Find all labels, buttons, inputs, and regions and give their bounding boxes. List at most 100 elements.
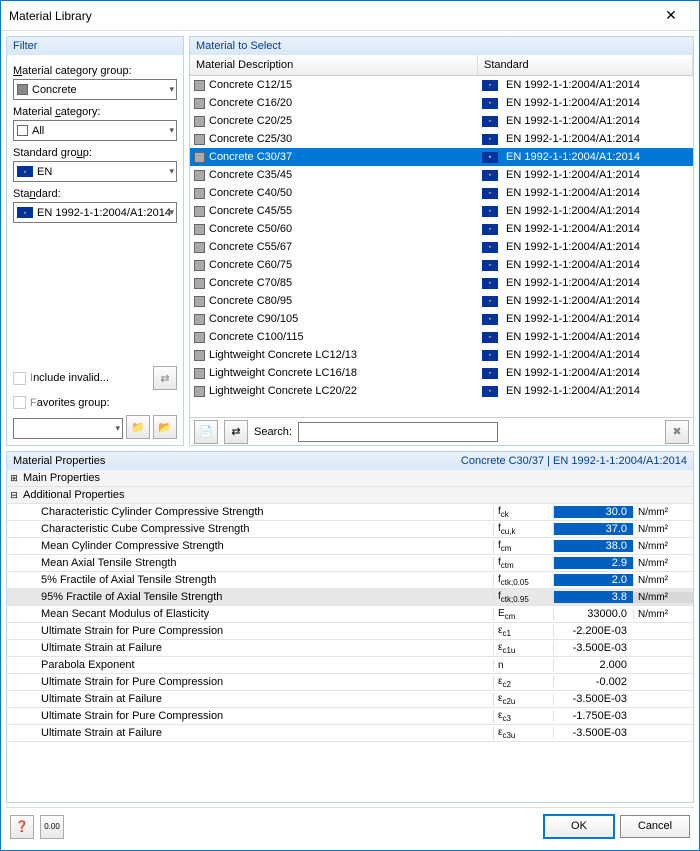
material-row[interactable]: Concrete C16/20⋆EN 1992-1-1:2004/A1:2014	[190, 94, 693, 112]
material-row[interactable]: Lightweight Concrete LC20/22⋆EN 1992-1-1…	[190, 382, 693, 400]
delete-button[interactable]: ✖	[665, 420, 689, 444]
include-invalid-checkbox[interactable]	[13, 372, 26, 385]
favorites-checkbox[interactable]	[13, 396, 26, 409]
prop-value[interactable]: 3.8	[553, 591, 633, 603]
units-button[interactable]: 0.00	[40, 815, 64, 839]
material-row[interactable]: Lightweight Concrete LC12/13⋆EN 1992-1-1…	[190, 346, 693, 364]
collapse-icon[interactable]: ⊟	[7, 490, 21, 501]
copy-material-button[interactable]: ⇄	[224, 420, 248, 444]
property-row[interactable]: Mean Axial Tensile Strengthfctm2.9N/mm²	[7, 555, 693, 572]
material-std: EN 1992-1-1:2004/A1:2014	[506, 313, 640, 325]
material-desc: Concrete C90/105	[209, 313, 298, 325]
material-desc: Concrete C60/75	[209, 259, 292, 271]
material-row[interactable]: Concrete C80/95⋆EN 1992-1-1:2004/A1:2014	[190, 292, 693, 310]
property-row[interactable]: Mean Cylinder Compressive Strengthfcm38.…	[7, 538, 693, 555]
prop-value[interactable]: -3.500E-03	[553, 727, 633, 739]
property-row[interactable]: Ultimate Strain at Failureεc2u-3.500E-03	[7, 691, 693, 708]
material-std: EN 1992-1-1:2004/A1:2014	[506, 277, 640, 289]
material-row[interactable]: Concrete C55/67⋆EN 1992-1-1:2004/A1:2014	[190, 238, 693, 256]
material-row[interactable]: Concrete C20/25⋆EN 1992-1-1:2004/A1:2014	[190, 112, 693, 130]
material-desc: Lightweight Concrete LC12/13	[209, 349, 357, 361]
ok-button[interactable]: OK	[544, 815, 614, 838]
material-row[interactable]: Concrete C35/45⋆EN 1992-1-1:2004/A1:2014	[190, 166, 693, 184]
material-std: EN 1992-1-1:2004/A1:2014	[506, 295, 640, 307]
material-list[interactable]: Concrete C12/15⋆EN 1992-1-1:2004/A1:2014…	[190, 76, 693, 417]
prop-name: Characteristic Cylinder Compressive Stre…	[21, 506, 493, 518]
main-props-row[interactable]: ⊞Main Properties	[7, 470, 693, 487]
std-group-combo[interactable]: ⋆EN▾	[13, 161, 177, 182]
eu-flag-icon: ⋆	[482, 278, 498, 289]
material-icon	[194, 296, 205, 307]
cat-group-combo[interactable]: Concrete▾	[13, 79, 177, 100]
prop-symbol: εc3	[493, 710, 553, 723]
material-row[interactable]: Concrete C100/115⋆EN 1992-1-1:2004/A1:20…	[190, 328, 693, 346]
std-combo[interactable]: ⋆EN 1992-1-1:2004/A1:2014▾	[13, 202, 177, 223]
property-row[interactable]: Ultimate Strain at Failureεc3u-3.500E-03	[7, 725, 693, 742]
material-row[interactable]: Concrete C45/55⋆EN 1992-1-1:2004/A1:2014	[190, 202, 693, 220]
new-folder-button[interactable]: 📁	[126, 415, 150, 439]
material-row[interactable]: Concrete C30/37⋆EN 1992-1-1:2004/A1:2014	[190, 148, 693, 166]
prop-value[interactable]: 30.0	[553, 506, 633, 518]
material-row[interactable]: Lightweight Concrete LC16/18⋆EN 1992-1-1…	[190, 364, 693, 382]
prop-symbol: fctk;0.05	[493, 574, 553, 587]
property-row[interactable]: 95% Fractile of Axial Tensile Strengthfc…	[7, 589, 693, 606]
filter-reset-button[interactable]: ⇄	[153, 366, 177, 390]
cat-combo[interactable]: All▾	[13, 120, 177, 141]
prop-value[interactable]: -0.002	[553, 676, 633, 688]
material-row[interactable]: Concrete C90/105⋆EN 1992-1-1:2004/A1:201…	[190, 310, 693, 328]
property-row[interactable]: Ultimate Strain for Pure Compressionεc3-…	[7, 708, 693, 725]
col-standard[interactable]: Standard	[478, 55, 693, 75]
prop-value[interactable]: 2.0	[553, 574, 633, 586]
material-desc: Concrete C45/55	[209, 205, 292, 217]
material-desc: Concrete C40/50	[209, 187, 292, 199]
prop-value[interactable]: 38.0	[553, 540, 633, 552]
cancel-button[interactable]: Cancel	[620, 815, 690, 838]
prop-value[interactable]: -3.500E-03	[553, 693, 633, 705]
add-props-row[interactable]: ⊟Additional Properties	[7, 487, 693, 504]
property-row[interactable]: Mean Secant Modulus of ElasticityEcm3300…	[7, 606, 693, 623]
property-row[interactable]: Ultimate Strain for Pure Compressionεc2-…	[7, 674, 693, 691]
favorites-combo[interactable]: ▾	[13, 418, 123, 439]
open-folder-button[interactable]: 📂	[153, 415, 177, 439]
col-description[interactable]: Material Description	[190, 55, 478, 75]
property-row[interactable]: Ultimate Strain at Failureεc1u-3.500E-03	[7, 640, 693, 657]
close-icon[interactable]: ✕	[651, 7, 691, 24]
material-std: EN 1992-1-1:2004/A1:2014	[506, 151, 640, 163]
prop-value[interactable]: -2.200E-03	[553, 625, 633, 637]
material-row[interactable]: Concrete C40/50⋆EN 1992-1-1:2004/A1:2014	[190, 184, 693, 202]
prop-symbol: fcm	[493, 540, 553, 553]
titlebar: Material Library ✕	[1, 1, 699, 31]
material-row[interactable]: Concrete C25/30⋆EN 1992-1-1:2004/A1:2014	[190, 130, 693, 148]
prop-unit: N/mm²	[633, 558, 693, 569]
prop-value[interactable]: 33000.0	[553, 608, 633, 620]
property-grid[interactable]: ⊞Main Properties ⊟Additional Properties …	[7, 470, 693, 802]
eu-flag-icon: ⋆	[482, 152, 498, 163]
property-row[interactable]: Characteristic Cube Compressive Strength…	[7, 521, 693, 538]
material-icon	[194, 314, 205, 325]
property-row[interactable]: Parabola Exponentn2.000	[7, 657, 693, 674]
props-header-right: Concrete C30/37 | EN 1992-1-1:2004/A1:20…	[461, 455, 687, 467]
prop-value[interactable]: -3.500E-03	[553, 642, 633, 654]
material-icon	[194, 278, 205, 289]
include-invalid-label: Include invalid...	[30, 372, 109, 384]
prop-value[interactable]: 2.000	[553, 659, 633, 671]
property-row[interactable]: Ultimate Strain for Pure Compressionεc1-…	[7, 623, 693, 640]
material-row[interactable]: Concrete C70/85⋆EN 1992-1-1:2004/A1:2014	[190, 274, 693, 292]
material-icon	[194, 134, 205, 145]
property-row[interactable]: 5% Fractile of Axial Tensile Strengthfct…	[7, 572, 693, 589]
expand-icon[interactable]: ⊞	[7, 473, 21, 484]
chevron-down-icon: ▾	[169, 166, 174, 177]
material-row[interactable]: Concrete C50/60⋆EN 1992-1-1:2004/A1:2014	[190, 220, 693, 238]
material-std: EN 1992-1-1:2004/A1:2014	[506, 349, 640, 361]
material-row[interactable]: Concrete C12/15⋆EN 1992-1-1:2004/A1:2014	[190, 76, 693, 94]
search-input[interactable]	[298, 422, 498, 442]
material-row[interactable]: Concrete C60/75⋆EN 1992-1-1:2004/A1:2014	[190, 256, 693, 274]
prop-value[interactable]: -1.750E-03	[553, 710, 633, 722]
prop-value[interactable]: 2.9	[553, 557, 633, 569]
new-material-button[interactable]: 📄	[194, 420, 218, 444]
eu-flag-icon: ⋆	[482, 368, 498, 379]
cat-group-label: Material category group:	[13, 65, 177, 77]
property-row[interactable]: Characteristic Cylinder Compressive Stre…	[7, 504, 693, 521]
help-button[interactable]: ❓	[10, 815, 34, 839]
prop-value[interactable]: 37.0	[553, 523, 633, 535]
